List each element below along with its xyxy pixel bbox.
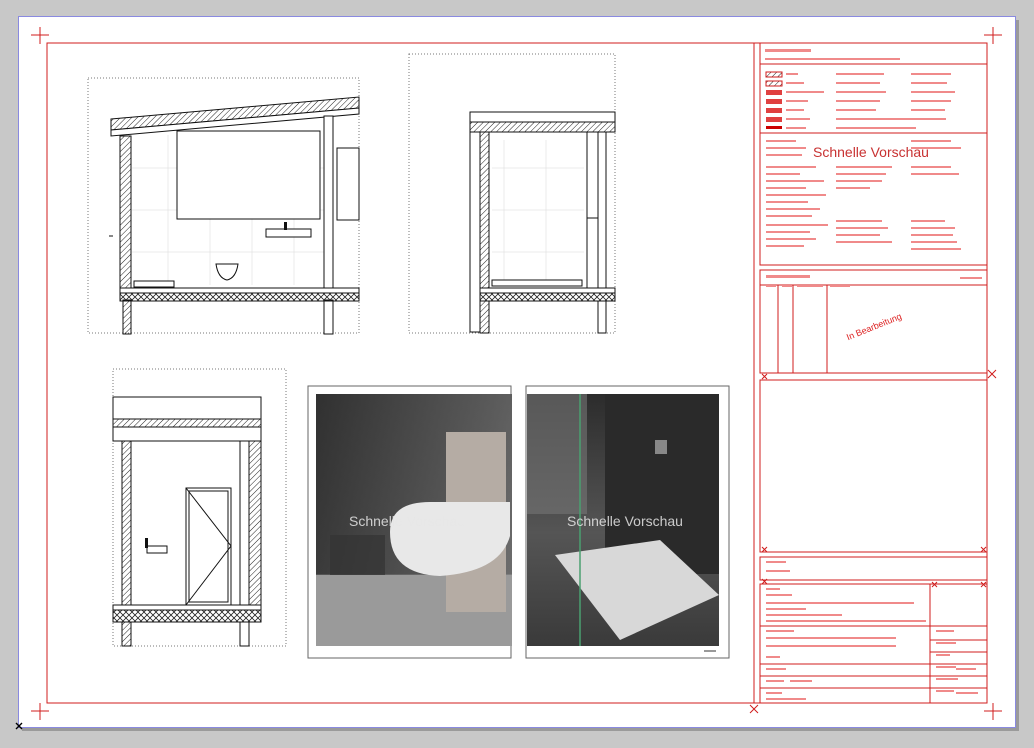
photo-watermark-right: Schnelle Vorschau — [567, 513, 683, 529]
preview-watermark: Schnelle Vorschau — [813, 144, 929, 160]
section-drawing-3[interactable] — [112, 368, 287, 647]
drawing-canvas[interactable] — [0, 0, 1034, 748]
photo-watermark-left: Schnelle Vorschau — [349, 513, 465, 529]
section-drawing-2[interactable] — [408, 53, 616, 334]
crosshair-icon — [749, 369, 997, 714]
section-drawing-1[interactable] — [87, 77, 360, 335]
x-marker-icon — [15, 722, 23, 730]
